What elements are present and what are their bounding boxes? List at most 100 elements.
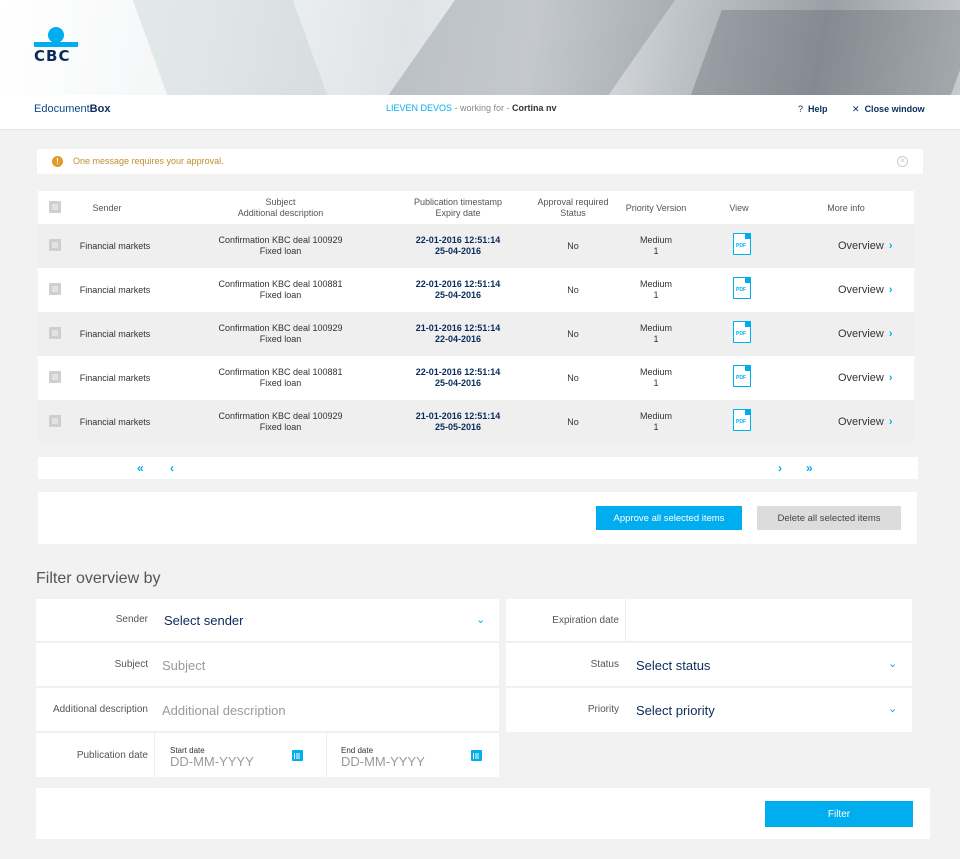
additional-description-input[interactable]: Additional description [162,703,286,718]
row-checkbox[interactable] [49,283,61,295]
status-select[interactable]: Select status [636,658,710,673]
expiration-date-label: Expiration date [552,615,619,626]
chevron-down-icon[interactable]: ⌄ [476,613,485,626]
table-row[interactable]: Financial markets Confirmation KBC deal … [38,400,914,444]
row-approval-status: No [567,285,579,295]
row-checkbox[interactable] [49,371,61,383]
warning-icon: ! [52,156,63,167]
filter-actions: Filter [36,788,930,839]
help-link[interactable]: ? Help [798,104,828,114]
table-row[interactable]: Financial markets Confirmation KBC deal … [38,356,914,400]
sender-filter-row: Sender Select sender ⌄ [36,599,499,642]
end-date-input[interactable]: DD-MM-YYYY [341,754,425,769]
header-banner: CBC [0,0,960,95]
row-sender: Financial markets [79,285,151,295]
approve-all-button[interactable]: Approve all selected items [596,506,742,530]
subject-input[interactable]: Subject [162,658,205,673]
row-checkbox[interactable] [49,239,61,251]
overview-link[interactable]: Overview › [838,240,893,252]
table-row[interactable]: Financial markets Confirmation KBC deal … [38,268,914,312]
expiration-date-filter-row: Expiration date [506,599,912,642]
pdf-icon[interactable]: PDF [733,365,751,387]
row-sender: Financial markets [79,329,151,339]
row-priority-version: Medium 1 [639,411,672,432]
overview-link[interactable]: Overview › [838,416,893,428]
table-row[interactable]: Financial markets Confirmation KBC deal … [38,224,914,268]
select-all-checkbox[interactable] [49,201,61,213]
pdf-icon[interactable]: PDF [733,409,751,431]
row-approval-status: No [567,373,579,383]
row-dates: 22-01-2016 12:51:14 25-04-2016 [415,367,501,388]
row-dates: 21-01-2016 12:51:14 25-05-2016 [415,411,501,432]
delete-all-button[interactable]: Delete all selected items [757,506,901,530]
priority-filter-row: Priority Select priority ⌄ [506,688,912,732]
col-publication[interactable]: Publication timestamp Expiry date [398,197,518,219]
first-page-icon[interactable]: « [137,461,144,475]
sender-select[interactable]: Select sender [164,613,244,628]
col-sender[interactable]: Sender [74,203,140,214]
last-page-icon[interactable]: » [806,461,813,475]
previous-page-icon[interactable]: ‹ [170,461,174,475]
next-page-icon[interactable]: › [778,461,782,475]
chevron-right-icon: › [888,328,893,340]
priority-select[interactable]: Select priority [636,703,715,718]
row-approval-status: No [567,329,579,339]
start-date-input[interactable]: DD-MM-YYYY [170,754,254,769]
chevron-right-icon: › [888,284,893,296]
chevron-right-icon: › [888,372,893,384]
close-icon: ✕ [852,104,860,114]
status-label: Status [590,659,619,670]
row-subject: Confirmation KBC deal 100929 Fixed loan [218,411,343,432]
filter-button[interactable]: Filter [765,801,913,827]
row-dates: 21-01-2016 12:51:14 22-04-2016 [415,323,501,344]
organization-name: Cortina nv [512,103,557,113]
user-info: LIEVEN DEVOS - working for - Cortina nv [386,103,557,113]
calendar-icon[interactable] [471,750,482,761]
row-priority-version: Medium 1 [639,323,672,344]
user-name: LIEVEN DEVOS [386,103,453,113]
subject-label: Subject [114,659,148,670]
row-checkbox[interactable] [49,415,61,427]
row-sender: Financial markets [79,373,151,383]
bulk-actions: Approve all selected items Delete all se… [38,492,917,544]
row-subject: Confirmation KBC deal 100929 Fixed loan [218,323,343,344]
overview-link[interactable]: Overview › [838,372,893,384]
row-priority-version: Medium 1 [639,279,672,300]
col-approval[interactable]: Approval required Status [528,197,618,219]
col-priority[interactable]: Priority Version [618,203,694,214]
additional-description-label: Additional description [52,704,148,715]
row-approval-status: No [567,241,579,251]
chevron-down-icon[interactable]: ⌄ [888,657,897,670]
documents-table: Sender Subject Additional description Pub… [38,191,914,444]
pdf-icon[interactable]: PDF [733,277,751,299]
top-bar: EdocumentBox LIEVEN DEVOS - working for … [0,95,960,130]
calendar-icon[interactable] [292,750,303,761]
priority-label: Priority [587,704,619,715]
filter-title: Filter overview by [36,570,161,587]
row-dates: 22-01-2016 12:51:14 25-04-2016 [415,279,501,300]
row-dates: 22-01-2016 12:51:14 25-04-2016 [415,235,501,256]
additional-description-filter-row: Additional description Additional descri… [36,688,499,732]
pdf-icon[interactable]: PDF [733,233,751,255]
publication-date-label: Publication date [76,750,148,761]
row-priority-version: Medium 1 [639,235,672,256]
cbc-logo[interactable]: CBC [34,27,80,65]
row-sender: Financial markets [79,417,151,427]
dismiss-alert-icon[interactable]: ✕ [897,156,908,167]
col-subject[interactable]: Subject Additional description [198,197,363,219]
overview-link[interactable]: Overview › [838,328,893,340]
app-title: EdocumentBox [34,103,111,115]
row-subject: Confirmation KBC deal 100881 Fixed loan [218,367,343,388]
row-subject: Confirmation KBC deal 100929 Fixed loan [218,235,343,256]
table-row[interactable]: Financial markets Confirmation KBC deal … [38,312,914,356]
row-checkbox[interactable] [49,327,61,339]
table-header: Sender Subject Additional description Pub… [38,191,914,224]
status-filter-row: Status Select status ⌄ [506,643,912,687]
row-subject: Confirmation KBC deal 100881 Fixed loan [218,279,343,300]
pdf-icon[interactable]: PDF [733,321,751,343]
close-window-link[interactable]: ✕ Close window [852,104,925,115]
overview-link[interactable]: Overview › [838,284,893,296]
chevron-down-icon[interactable]: ⌄ [888,702,897,715]
row-approval-status: No [567,417,579,427]
row-priority-version: Medium 1 [639,367,672,388]
